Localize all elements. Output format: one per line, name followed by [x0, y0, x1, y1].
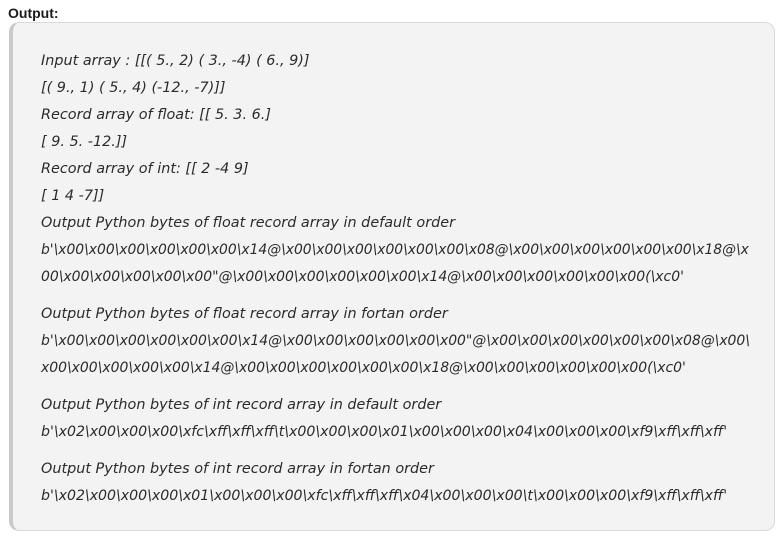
output-line: [ 9. 5. -12.]]	[41, 134, 128, 150]
output-line: b'\x00\x00\x00\x00\x00\x00\x14@\x00\x00\…	[41, 333, 750, 349]
output-line: 00\x00\x00\x00\x00\x00"@\x00\x00\x00\x00…	[41, 269, 684, 285]
output-line: b'\x02\x00\x00\x00\xfc\xff\xff\xff\t\x00…	[41, 424, 728, 440]
output-line: x00\x00\x00\x00\x00\x14@\x00\x00\x00\x00…	[41, 360, 686, 376]
output-box: Input array : [[( 5., 2) ( 3., -4) ( 6.,…	[9, 22, 775, 531]
output-line: Output Python bytes of float record arra…	[41, 306, 448, 322]
output-line: [( 9., 1) ( 5., 4) (-12., -7)]]	[41, 80, 226, 96]
output-line: Input array : [[( 5., 2) ( 3., -4) ( 6.,…	[41, 53, 310, 69]
output-line: Output Python bytes of float record arra…	[41, 215, 456, 231]
output-line: Output Python bytes of int record array …	[41, 461, 434, 477]
output-line: b'\x02\x00\x00\x00\x01\x00\x00\x00\xfc\x…	[41, 488, 728, 504]
output-line: Output Python bytes of int record array …	[41, 397, 442, 413]
output-line: Record array of int: [[ 2 -4 9]	[41, 161, 249, 177]
output-line: Record array of float: [[ 5. 3. 6.]	[41, 107, 271, 123]
output-line: [ 1 4 -7]]	[41, 188, 105, 204]
output-line: b'\x00\x00\x00\x00\x00\x00\x14@\x00\x00\…	[41, 242, 749, 258]
output-heading: Output:	[8, 5, 59, 21]
